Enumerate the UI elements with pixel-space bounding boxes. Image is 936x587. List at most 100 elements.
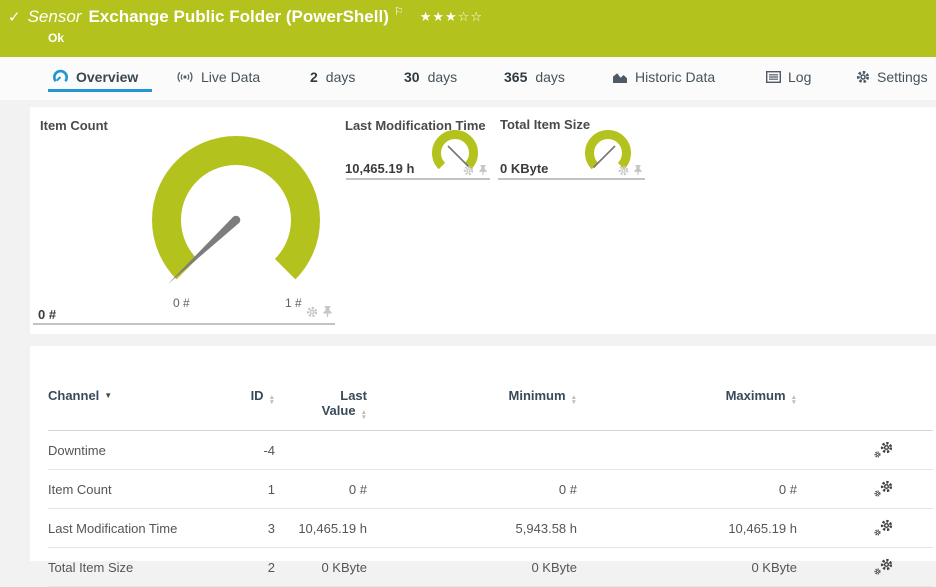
gear-icon (874, 490, 881, 497)
column-label-line1: Last (340, 388, 367, 403)
gear-icon (880, 480, 893, 493)
channel-id: 3 (218, 508, 275, 548)
stars-empty: ☆☆ (457, 9, 484, 24)
item-count-panel-icons (306, 306, 333, 318)
gear-icon (880, 441, 893, 454)
tab-log[interactable]: Log (766, 64, 811, 90)
gear-icon (856, 70, 870, 84)
active-tab-underline (48, 89, 152, 92)
column-header-last-value[interactable]: Last Value ▲ ▼ (275, 384, 367, 431)
tab-label: days (427, 69, 458, 85)
sort-desc-icon: ▼ (104, 391, 113, 400)
channel-last-value: 0 KByte (275, 547, 367, 587)
column-header-channel[interactable]: Channel ▼ (48, 384, 218, 431)
item-count-gauge (152, 136, 320, 284)
channel-minimum: 0 # (367, 469, 577, 509)
channel-maximum: 10,465.19 h (577, 508, 797, 548)
channel-last-value (275, 430, 367, 470)
channel-maximum (577, 430, 797, 470)
page-title: Exchange Public Folder (PowerShell) (88, 7, 389, 26)
channel-settings-icon[interactable] (874, 480, 893, 496)
gear-icon[interactable] (306, 306, 318, 318)
column-header-actions (797, 384, 933, 431)
channel-name: Last Modification Time (48, 508, 218, 548)
column-label-line2: Value (321, 403, 356, 418)
channel-settings-icon[interactable] (874, 558, 893, 574)
sensor-rating[interactable]: ★★★☆☆ (420, 9, 483, 25)
tab-label: days (535, 69, 565, 85)
total-item-size-value: 0 KByte (500, 161, 549, 176)
item-count-divider (33, 323, 335, 325)
channel-last-value: 0 # (275, 469, 367, 509)
column-label: Minimum (508, 388, 566, 403)
table-header-row: Channel ▼ ID ▲ ▼ Last Value ▲ ▼ Minimum ▲ ▼ Max… (48, 384, 933, 431)
gear-icon (874, 529, 881, 536)
gauge-icon (53, 69, 68, 83)
gear-icon[interactable] (463, 165, 474, 176)
tab-settings[interactable]: Settings (856, 64, 928, 90)
column-label: Channel (48, 388, 100, 403)
gear-icon (874, 451, 881, 458)
sort-toggle-icon: ▲ ▼ (360, 409, 367, 421)
table-row-last-modification-time: Last Modification Time 3 10,465.19 h 5,9… (48, 508, 933, 548)
pin-icon[interactable] (322, 306, 333, 318)
channel-minimum: 0 KByte (367, 547, 577, 587)
channels-table-wrap: Channel ▼ ID ▲ ▼ Last Value ▲ ▼ Minimum ▲ ▼ Max… (48, 384, 933, 587)
sensor-header: ✓ Sensor Exchange Public Folder (PowerSh… (0, 0, 936, 57)
column-label: ID (250, 388, 264, 403)
tab-historic-data[interactable]: Historic Data (612, 64, 715, 90)
tab-number: 365 (504, 69, 528, 85)
channel-last-value: 10,465.19 h (275, 508, 367, 548)
tab-overview[interactable]: Overview (52, 64, 138, 90)
channel-maximum: 0 # (577, 469, 797, 509)
channel-maximum: 0 KByte (577, 547, 797, 587)
status-badge: Ok (48, 31, 65, 45)
table-row-total-item-size: Total Item Size 2 0 KByte 0 KByte 0 KByt… (48, 547, 933, 587)
tab-label: days (325, 69, 356, 85)
sort-toggle-icon: ▲ ▼ (268, 394, 275, 406)
gear-icon (874, 568, 881, 575)
channel-id: -4 (218, 430, 275, 470)
column-header-maximum[interactable]: Maximum ▲ ▼ (577, 384, 797, 431)
tab-number: 30 (404, 69, 420, 85)
pin-icon[interactable] (633, 165, 643, 176)
pin-icon[interactable] (478, 165, 488, 176)
gauges-panel: Item Count 0 # 1 # 0 # Last Modification… (30, 107, 936, 334)
column-header-id[interactable]: ID ▲ ▼ (218, 384, 275, 431)
tab-label: Log (788, 69, 812, 85)
channel-name: Item Count (48, 469, 218, 509)
live-data-icon (177, 71, 193, 83)
total-item-size-divider (498, 178, 645, 180)
stars-filled: ★★★ (419, 9, 458, 24)
tab-label: Overview (76, 69, 139, 85)
gear-icon[interactable] (618, 165, 629, 176)
total-item-size-panel-icons (618, 165, 643, 176)
last-modification-time-value: 10,465.19 h (345, 161, 415, 176)
channel-name: Downtime (48, 430, 218, 470)
gear-icon (880, 558, 893, 571)
gear-icon (880, 519, 893, 532)
tab-30-days[interactable]: 30 days (404, 64, 457, 90)
tab-2-days[interactable]: 2 days (310, 64, 355, 90)
tab-live-data[interactable]: Live Data (176, 64, 260, 90)
gauge-title-item-count: Item Count (40, 118, 108, 133)
channels-panel: Channel ▼ ID ▲ ▼ Last Value ▲ ▼ Minimum ▲ ▼ Max… (30, 346, 936, 587)
priority-flag-icon[interactable]: ⚐ (394, 5, 404, 18)
column-header-minimum[interactable]: Minimum ▲ ▼ (367, 384, 577, 431)
gauge-scale-min: 0 # (173, 296, 190, 310)
table-row-item-count: Item Count 1 0 # 0 # 0 # (48, 469, 933, 509)
sort-toggle-icon: ▲ ▼ (790, 394, 797, 406)
log-icon (766, 71, 781, 83)
tab-label: Live Data (201, 69, 261, 85)
channel-name: Total Item Size (48, 547, 218, 587)
channel-id: 1 (218, 469, 275, 509)
column-label: Maximum (725, 388, 786, 403)
gauge-scale-max: 1 # (285, 296, 302, 310)
channel-settings-icon[interactable] (874, 441, 893, 457)
channel-minimum (367, 430, 577, 470)
channel-settings-icon[interactable] (874, 519, 893, 535)
item-count-value: 0 # (38, 307, 57, 322)
sort-toggle-icon: ▲ ▼ (570, 394, 577, 406)
tab-number: 2 (310, 69, 318, 85)
tab-365-days[interactable]: 365 days (504, 64, 565, 90)
